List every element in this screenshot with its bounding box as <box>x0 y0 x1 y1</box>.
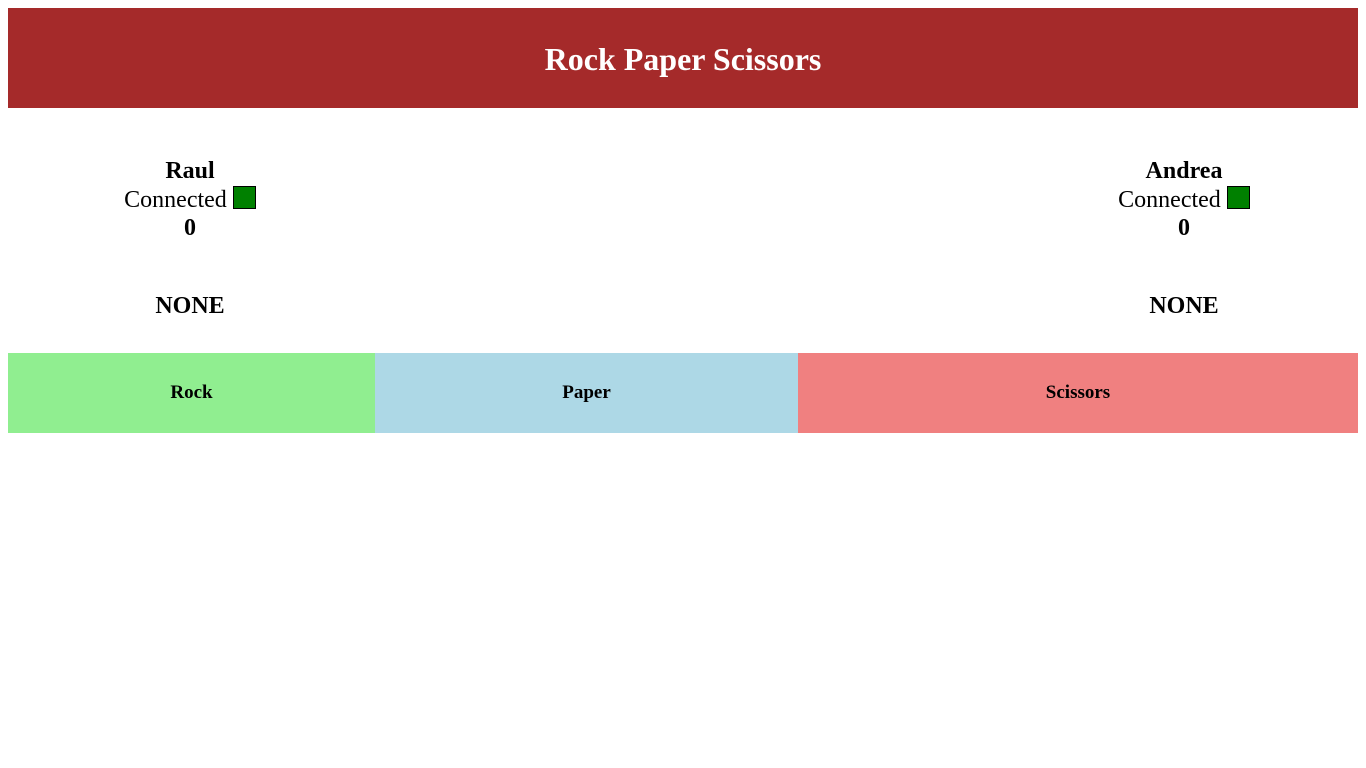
player-panel-left: Raul Connected 0 <box>40 156 340 242</box>
game-page: Rock Paper Scissors Raul Connected 0 And… <box>0 0 1366 768</box>
choice-buttons: Rock Paper Scissors <box>8 353 1358 433</box>
player-choice-right: NONE <box>1149 293 1219 319</box>
page-header: Rock Paper Scissors <box>8 8 1358 108</box>
player-choice-left: NONE <box>155 293 225 319</box>
player-score: 0 <box>184 215 196 241</box>
status-indicator-icon <box>232 185 256 209</box>
player-panel-right: Andrea Connected 0 <box>1034 156 1334 242</box>
player-name: Raul <box>165 158 215 184</box>
player-score: 0 <box>1178 215 1190 241</box>
page-title: Rock Paper Scissors <box>544 41 822 77</box>
connection-status: Connected <box>1034 185 1334 214</box>
status-indicator-icon <box>1226 185 1250 209</box>
rock-button[interactable]: Rock <box>8 353 375 433</box>
connection-status-label: Connected <box>1118 187 1221 213</box>
scissors-button[interactable]: Scissors <box>798 353 1358 433</box>
connection-status: Connected <box>40 185 340 214</box>
paper-button[interactable]: Paper <box>375 353 798 433</box>
connection-status-label: Connected <box>124 187 227 213</box>
player-name: Andrea <box>1145 158 1223 184</box>
